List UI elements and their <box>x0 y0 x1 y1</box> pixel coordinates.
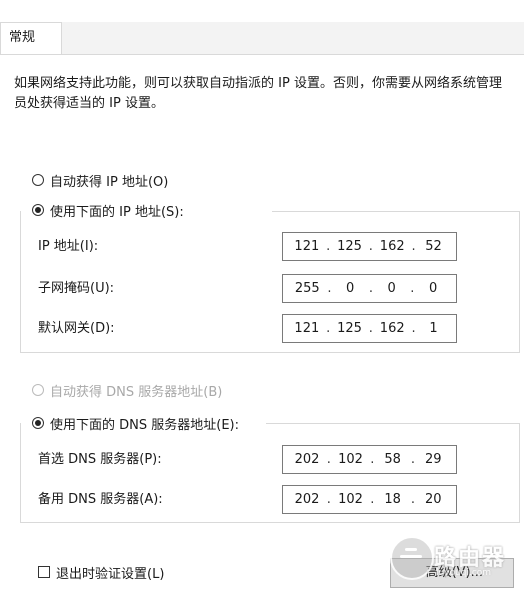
alternate-dns-input[interactable]: 202. 102. 18. 20 <box>282 485 457 514</box>
mask-octet-3[interactable]: 0 <box>381 281 403 296</box>
radio-manual-ip-indicator[interactable] <box>32 204 44 216</box>
tab-bar: 常规 <box>0 22 524 54</box>
radio-auto-dns-label: 自动获得 DNS 服务器地址(B) <box>50 384 223 400</box>
radio-manual-ip[interactable]: 使用下面的 IP 地址(S): <box>32 200 188 220</box>
validate-on-exit-label: 退出时验证设置(L) <box>56 566 165 582</box>
radio-manual-dns-label: 使用下面的 DNS 服务器地址(E): <box>50 417 239 433</box>
window-title-strip <box>0 0 524 22</box>
radio-auto-ip[interactable]: 自动获得 IP 地址(O) <box>32 170 168 190</box>
gateway-octet-1[interactable]: 121 <box>294 321 319 336</box>
default-gateway-label: 默认网关(D): <box>38 321 115 336</box>
default-gateway-input[interactable]: 121. 125. 162. 1 <box>282 314 457 343</box>
tab-general[interactable]: 常规 <box>0 22 62 54</box>
radio-auto-ip-indicator[interactable] <box>32 174 44 186</box>
pdns-octet-4[interactable]: 29 <box>422 452 444 467</box>
mask-octet-4[interactable]: 0 <box>422 281 444 296</box>
preferred-dns-label: 首选 DNS 服务器(P): <box>38 452 162 467</box>
ip-address-input[interactable]: 121. 125. 162. 52 <box>282 232 457 261</box>
radio-auto-ip-label: 自动获得 IP 地址(O) <box>50 174 169 190</box>
ip-octet-4[interactable]: 52 <box>422 239 444 254</box>
gateway-octet-3[interactable]: 162 <box>380 321 405 336</box>
validate-on-exit-box[interactable] <box>38 566 50 578</box>
adns-octet-4[interactable]: 20 <box>422 492 444 507</box>
adns-octet-1[interactable]: 202 <box>295 492 320 507</box>
pdns-octet-2[interactable]: 102 <box>338 452 363 467</box>
pdns-octet-3[interactable]: 58 <box>382 452 404 467</box>
alternate-dns-label: 备用 DNS 服务器(A): <box>38 492 163 507</box>
validate-on-exit-checkbox[interactable]: 退出时验证设置(L) <box>38 562 164 582</box>
gateway-octet-2[interactable]: 125 <box>337 321 362 336</box>
adns-octet-2[interactable]: 102 <box>338 492 363 507</box>
subnet-mask-label: 子网掩码(U): <box>38 281 115 296</box>
radio-manual-ip-label: 使用下面的 IP 地址(S): <box>50 204 184 220</box>
subnet-mask-input[interactable]: 255. 0. 0. 0 <box>282 274 457 303</box>
ip-octet-3[interactable]: 162 <box>380 239 405 254</box>
mask-octet-1[interactable]: 255 <box>295 281 320 296</box>
radio-auto-dns-indicator[interactable] <box>32 384 44 396</box>
preferred-dns-input[interactable]: 202. 102. 58. 29 <box>282 445 457 474</box>
mask-octet-2[interactable]: 0 <box>339 281 361 296</box>
description-text: 如果网络支持此功能，则可以获取自动指派的 IP 设置。否则，你需要从网络系统管理… <box>14 76 502 111</box>
gateway-octet-4[interactable]: 1 <box>422 321 444 336</box>
ip-octet-1[interactable]: 121 <box>294 239 319 254</box>
pdns-octet-1[interactable]: 202 <box>295 452 320 467</box>
radio-auto-dns[interactable]: 自动获得 DNS 服务器地址(B) <box>32 380 222 400</box>
radio-manual-dns[interactable]: 使用下面的 DNS 服务器地址(E): <box>32 413 243 433</box>
adns-octet-3[interactable]: 18 <box>382 492 404 507</box>
ip-octet-2[interactable]: 125 <box>337 239 362 254</box>
ip-address-label: IP 地址(I): <box>38 239 99 254</box>
radio-manual-dns-indicator[interactable] <box>32 417 44 429</box>
advanced-button[interactable]: 高级(V)... <box>390 558 514 588</box>
